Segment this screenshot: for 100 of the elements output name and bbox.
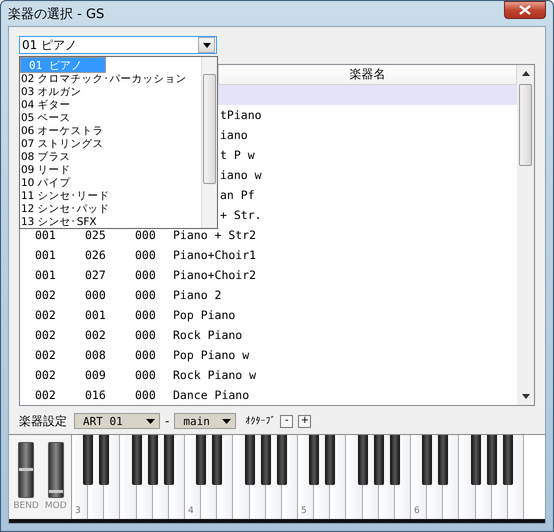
sharp-key[interactable] [212,435,222,485]
table-row[interactable]: 002 001 000 Pop Piano [20,305,517,325]
table-cell-text: 001 [85,308,107,322]
table-row[interactable]: 001 027 000 Piano+Choir2 [20,265,517,285]
octave-number: 6 [414,506,420,516]
table-cell: Pop Piano [173,308,236,322]
wheel-thumb[interactable] [19,468,34,470]
octave-number: 5 [300,506,307,516]
sharp-key[interactable] [486,435,497,485]
sharp-key[interactable] [358,435,368,485]
table-cell-text: 000 [135,348,157,362]
table-cell: Piano+Choir1 [173,248,256,262]
category-option[interactable]: 05 ベース [20,112,201,125]
octave-number: 3 [75,506,81,516]
scroll-thumb[interactable] [203,74,216,184]
table-row[interactable]: 002 000 000 Piano 2 [20,285,517,305]
table-row[interactable]: 002 002 000 Rock Piano [20,325,517,345]
category-option[interactable]: 09 リード [20,164,201,177]
table-cell-text: 000 [135,388,157,402]
octave-button[interactable]: - [280,414,294,428]
wheel-slider[interactable] [18,442,34,498]
table-row[interactable]: 002 009 000 Rock Piano w [20,365,517,385]
close-icon [519,4,531,14]
wheel-slider[interactable] [48,442,64,498]
octave-button[interactable]: + [298,414,312,428]
table-row[interactable]: 001 026 000 Piano+Choir1 [20,245,517,265]
table-cell-text: 016 [85,388,107,402]
window-title: 楽器の選択 - GS [8,6,104,22]
sharp-key[interactable] [470,435,481,485]
table-cell: Rock Piano w [173,368,256,382]
table-cell: Piano+Choir2 [173,268,256,282]
wheel-label: MOD [44,501,67,511]
articulation-dropdown[interactable]: ART 01 [74,413,160,429]
category-option[interactable]: 12 シンセ･パッド [20,203,201,216]
sharp-key[interactable] [374,435,384,485]
sharp-key[interactable] [390,435,400,485]
sharp-key[interactable] [309,435,320,485]
table-cell-text: 001 [35,228,57,242]
part-dropdown[interactable]: main [174,413,236,429]
table-cell-text: 000 [135,248,157,262]
table-cell-text: 002 [35,328,57,342]
sharp-key[interactable] [132,435,142,485]
category-option[interactable]: 13 シンセ･SFX [20,216,201,228]
caret-icon [146,418,155,424]
sharp-key[interactable] [502,435,513,485]
sharp-key[interactable] [148,435,158,485]
table-cell-text: 008 [85,348,107,362]
caret-icon [202,42,210,48]
category-option[interactable]: 10 パイプ [20,177,201,190]
sharp-key[interactable] [276,435,287,485]
scroll-up-icon[interactable] [522,71,530,76]
table-cell: Piano 2 [173,288,222,302]
sharp-key[interactable] [196,435,206,485]
table-cell-text: 027 [85,268,107,282]
table-cell-text: 009 [85,368,107,382]
scroll-down-icon[interactable] [522,394,530,399]
table-cell-text: 002 [35,368,57,382]
category-option[interactable]: 04 ギター [20,99,201,112]
sharp-key[interactable] [422,435,432,485]
table-cell-text: 002 [35,388,57,402]
wheel-thumb[interactable] [48,490,63,493]
category-dropdown[interactable]: 01 ピアノ [19,36,217,54]
sharp-key[interactable] [325,435,336,485]
table-cell-text: 002 [35,288,57,302]
table-row[interactable]: 002 008 000 Pop Piano w [20,345,517,365]
scrollbar[interactable] [201,57,217,228]
category-option[interactable]: 02 クロマチック･パーカッション [20,73,201,86]
sharp-key[interactable] [164,435,174,485]
octave-label: ｵｸﾀｰﾌﾞ [245,415,276,427]
sharp-key[interactable] [99,435,110,485]
category-option[interactable]: 11 シンセ･リード [20,190,201,203]
scrollbar[interactable] [517,65,534,405]
table-row[interactable]: 001 025 000 Piano + Str2 [20,225,517,245]
table-cell-text: 001 [35,248,57,262]
table-cell: Pop Piano w [173,348,250,362]
sharp-key[interactable] [83,435,94,485]
table-cell-text: 000 [135,288,157,302]
scroll-thumb[interactable] [519,84,532,166]
table-cell: Piano + Str2 [173,228,256,242]
table-cell-text: 000 [85,288,107,302]
category-option[interactable]: 08 ブラス [20,151,201,164]
close-button[interactable] [504,0,546,18]
category-option[interactable]: 07 ストリングス [20,138,201,151]
table-cell-text: 002 [35,308,57,322]
category-option[interactable]: 06 オーケストラ [20,125,201,138]
table-cell-text: 000 [135,368,157,382]
table-cell-text: 025 [85,228,107,242]
table-cell-text: 002 [85,328,107,342]
sharp-key[interactable] [438,435,448,485]
table-cell-text: 001 [35,268,57,282]
sharp-key[interactable] [244,435,255,485]
table-cell: Dance Piano [173,388,250,402]
table-cell-text: 000 [135,328,157,342]
column-header[interactable]: 楽器名 [218,65,517,84]
table-row[interactable]: 002 016 000 Dance Piano [20,385,517,405]
sharp-key[interactable] [260,435,271,485]
settings-label: 楽器設定 [19,412,67,430]
wheel-label: BEND [13,501,39,511]
category-option[interactable]: 03 オルガン [20,86,201,99]
separator-text: - [165,414,170,428]
